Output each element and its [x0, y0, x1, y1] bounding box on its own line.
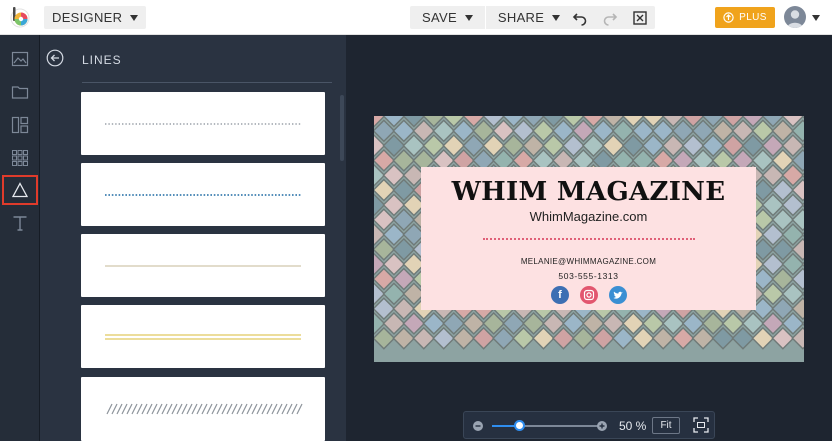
fullscreen-icon[interactable]	[693, 417, 709, 433]
tool-rail	[0, 35, 40, 441]
redo-button[interactable]	[595, 6, 625, 29]
share-button[interactable]: SHARE	[484, 6, 572, 29]
line-thumb-dotted-blue[interactable]	[81, 163, 325, 226]
undo-button[interactable]	[565, 6, 595, 29]
fit-button[interactable]: Fit	[652, 417, 680, 434]
redo-icon	[603, 12, 618, 26]
rail-folder-tool[interactable]	[2, 77, 38, 107]
designer-mode-label: DESIGNER	[52, 10, 123, 25]
minus-icon	[475, 425, 481, 427]
account-menu-caret-icon[interactable]	[812, 15, 820, 21]
plus-upgrade-button[interactable]: PLUS	[715, 7, 775, 28]
card-text-panel[interactable]: WHIM MAGAZINE WhimMagazine.com MELANIE@W…	[421, 167, 756, 310]
line-thumb-double-yellow[interactable]	[81, 305, 325, 368]
rail-shapes-tool[interactable]	[2, 175, 38, 205]
share-label: SHARE	[497, 10, 545, 25]
twitter-icon	[609, 286, 627, 304]
plus-label: PLUS	[739, 12, 767, 23]
designer-mode-dropdown[interactable]: DESIGNER	[44, 6, 147, 29]
line-thumb-dotted-gray[interactable]	[81, 92, 325, 155]
close-design-button[interactable]	[625, 6, 655, 29]
triangle-icon	[11, 182, 29, 198]
folder-icon	[11, 86, 29, 99]
facebook-icon: f	[551, 286, 569, 304]
top-bar: DESIGNER SAVE SHARE PLUS	[0, 0, 832, 35]
zoom-in-button[interactable]	[597, 421, 607, 431]
line-thumb-hatched-gray[interactable]	[81, 377, 325, 441]
card-email: MELANIE@WHIMMAGAZINE.COM	[520, 257, 657, 266]
zoom-value: 50 %	[619, 419, 647, 433]
close-box-icon	[633, 10, 647, 25]
dotted-line-preview	[105, 123, 301, 125]
rail-image-tool[interactable]	[2, 44, 38, 74]
instagram-icon	[580, 286, 598, 304]
grid-icon	[12, 150, 28, 166]
chevron-down-icon	[464, 14, 473, 21]
save-label: SAVE	[422, 10, 457, 25]
user-icon	[787, 10, 803, 28]
zoom-toolbar: 50 % Fit	[463, 411, 715, 439]
plus-badge-icon	[723, 12, 734, 23]
hatched-line-preview	[106, 403, 303, 415]
rail-grid-tool[interactable]	[2, 143, 38, 173]
text-icon	[13, 216, 27, 231]
card-title: WHIM MAGAZINE	[451, 177, 726, 207]
undo-icon	[572, 12, 587, 26]
save-button[interactable]: SAVE	[410, 6, 485, 29]
card-website: WhimMagazine.com	[529, 209, 648, 224]
plus-icon	[599, 423, 605, 429]
rail-text-tool[interactable]	[2, 208, 38, 238]
app-logo-icon[interactable]	[9, 6, 31, 28]
zoom-out-button[interactable]	[473, 421, 483, 431]
line-thumb-solid-beige[interactable]	[81, 234, 325, 297]
avatar[interactable]	[784, 6, 806, 28]
zoom-slider-handle[interactable]	[513, 420, 525, 431]
dotted-blue-line-preview	[105, 194, 301, 196]
back-arrow-icon[interactable]	[46, 49, 64, 67]
chevron-down-icon	[552, 14, 561, 21]
layout-icon	[11, 116, 29, 134]
image-icon	[11, 51, 29, 67]
panel-title: LINES	[82, 53, 122, 67]
panel-scrollbar[interactable]	[340, 95, 344, 161]
solid-line-preview	[105, 265, 301, 267]
rail-layout-tool[interactable]	[2, 110, 38, 140]
card-phone: 503-555-1313	[558, 271, 619, 281]
panel-divider	[82, 82, 332, 83]
save-share-group: SAVE SHARE	[410, 6, 573, 29]
history-group	[565, 6, 655, 29]
chevron-down-icon	[130, 14, 139, 21]
card-divider	[483, 238, 695, 240]
lines-panel: LINES	[40, 35, 346, 441]
double-line-preview	[105, 334, 301, 340]
